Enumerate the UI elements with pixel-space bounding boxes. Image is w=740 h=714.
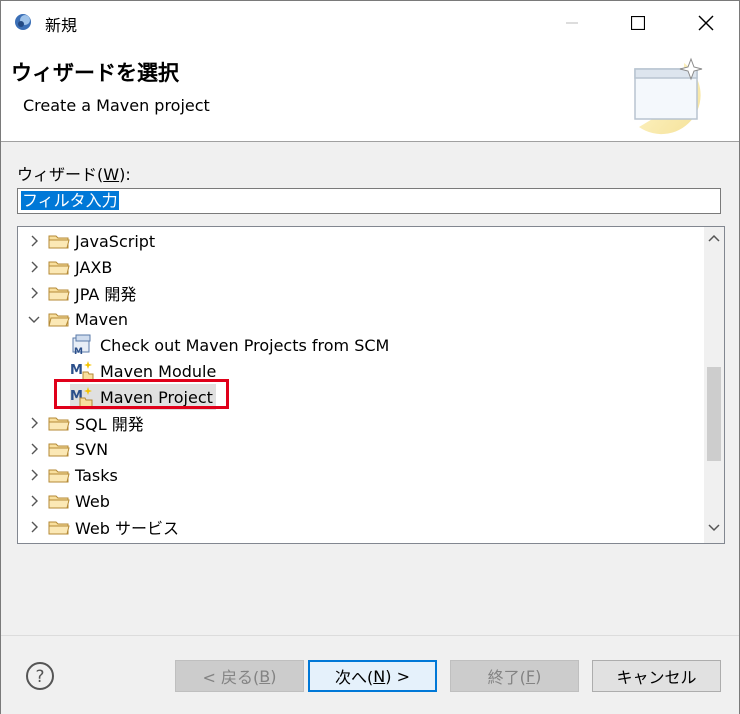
window-title: 新規 xyxy=(45,16,78,35)
annotation-highlight-box xyxy=(54,379,229,409)
wizard-footer: ? < 戻る(B) 次へ(N) > 終了(F) キャンセル xyxy=(1,635,739,714)
tree-scrollbar[interactable] xyxy=(704,227,724,543)
minimize-icon xyxy=(566,22,578,24)
chevron-right-icon[interactable] xyxy=(26,285,42,301)
label-mnemonic: W xyxy=(103,165,120,184)
chevron-right-icon[interactable] xyxy=(26,467,42,483)
svg-text:M: M xyxy=(70,363,83,378)
tree-item-label: SQL 開発 xyxy=(75,415,144,434)
wizard-filter-input[interactable]: フィルタ入力 xyxy=(17,188,721,214)
maven-checkout-icon: M xyxy=(72,334,91,356)
button-label-suffix: ) xyxy=(535,666,542,686)
tree-item-svn[interactable]: SVN xyxy=(26,436,108,462)
svg-text:?: ? xyxy=(35,667,44,687)
tree-item-tasks[interactable]: Tasks xyxy=(26,462,118,488)
page-description: Create a Maven project xyxy=(23,96,210,115)
button-label: 終了( xyxy=(487,668,526,687)
scrollbar-thumb[interactable] xyxy=(707,367,721,461)
button-label: キャンセル xyxy=(616,668,697,687)
tree-item-javascript[interactable]: JavaScript xyxy=(26,228,155,254)
tree-item-label: JPA 開発 xyxy=(75,285,137,304)
button-label-suffix: ) > xyxy=(385,666,410,686)
maximize-icon xyxy=(631,16,645,30)
eclipse-icon xyxy=(15,14,31,30)
maximize-button[interactable] xyxy=(615,1,661,45)
folder-icon xyxy=(48,495,70,509)
scroll-up-icon[interactable] xyxy=(708,234,720,242)
label-suffix: ): xyxy=(119,165,131,184)
folder-icon xyxy=(48,443,70,457)
tree-item-jpa[interactable]: JPA 開発 xyxy=(26,280,136,306)
tree-item-maven-checkout[interactable]: M Check out Maven Projects from SCM xyxy=(70,332,389,358)
tree-item-label: JavaScript xyxy=(75,231,156,251)
chevron-right-icon[interactable] xyxy=(26,415,42,431)
wizard-banner-icon xyxy=(634,57,703,135)
button-mnemonic: N xyxy=(373,666,386,686)
minimize-button[interactable] xyxy=(549,1,595,45)
tree-item-jaxb[interactable]: JAXB xyxy=(26,254,112,280)
chevron-right-icon[interactable] xyxy=(26,441,42,457)
button-label-suffix: ) xyxy=(270,666,277,686)
tree-item-sql[interactable]: SQL 開発 xyxy=(26,410,144,436)
tree-item-label: Maven xyxy=(75,309,129,329)
finish-button[interactable]: 終了(F) xyxy=(450,660,579,692)
tree-item-label: Web xyxy=(75,491,110,511)
scroll-down-icon[interactable] xyxy=(708,524,720,532)
folder-icon xyxy=(48,417,70,431)
cancel-button[interactable]: キャンセル xyxy=(592,660,721,692)
svg-text:M: M xyxy=(74,347,83,356)
new-wizard-dialog: 新規 ウィザードを選択 Create a Maven project ウィザード… xyxy=(0,0,740,714)
wizard-filter-label: ウィザード(W): xyxy=(17,161,131,185)
next-button[interactable]: 次へ(N) > xyxy=(308,660,437,692)
folder-icon xyxy=(48,287,70,301)
tree-item-label: Maven Module xyxy=(100,361,217,381)
back-button[interactable]: < 戻る(B) xyxy=(175,660,304,692)
tree-item-label: Check out Maven Projects from SCM xyxy=(100,335,390,355)
tree-item-maven[interactable]: Maven xyxy=(26,306,128,332)
folder-icon xyxy=(48,521,70,535)
close-icon xyxy=(698,15,714,31)
button-label: 次へ( xyxy=(335,668,374,687)
help-icon[interactable]: ? xyxy=(25,661,55,691)
title-bar: 新規 xyxy=(1,1,739,45)
chevron-down-icon[interactable] xyxy=(26,311,42,327)
tree-item-label: Web サービス xyxy=(75,519,179,538)
chevron-right-icon[interactable] xyxy=(26,259,42,275)
label-prefix: ウィザード( xyxy=(17,165,104,184)
folder-icon xyxy=(48,469,70,483)
wizard-header: ウィザードを選択 Create a Maven project xyxy=(1,45,739,142)
tree-item-web[interactable]: Web xyxy=(26,488,110,514)
filter-input-text: フィルタ入力 xyxy=(21,191,119,210)
tree-item-web-services[interactable]: Web サービス xyxy=(26,514,179,540)
folder-icon xyxy=(48,261,70,275)
tree-item-label: Tasks xyxy=(75,465,118,485)
button-mnemonic: F xyxy=(525,666,536,686)
tree-item-label: SVN xyxy=(75,439,109,459)
close-button[interactable] xyxy=(683,1,729,45)
tree-item-label: JAXB xyxy=(75,257,113,277)
chevron-right-icon[interactable] xyxy=(26,493,42,509)
folder-icon xyxy=(48,235,70,249)
page-title: ウィザードを選択 xyxy=(11,61,179,85)
chevron-right-icon[interactable] xyxy=(26,519,42,535)
button-mnemonic: B xyxy=(259,666,271,686)
folder-open-icon xyxy=(48,313,70,327)
button-label: < 戻る( xyxy=(202,668,260,687)
chevron-right-icon[interactable] xyxy=(26,233,42,249)
